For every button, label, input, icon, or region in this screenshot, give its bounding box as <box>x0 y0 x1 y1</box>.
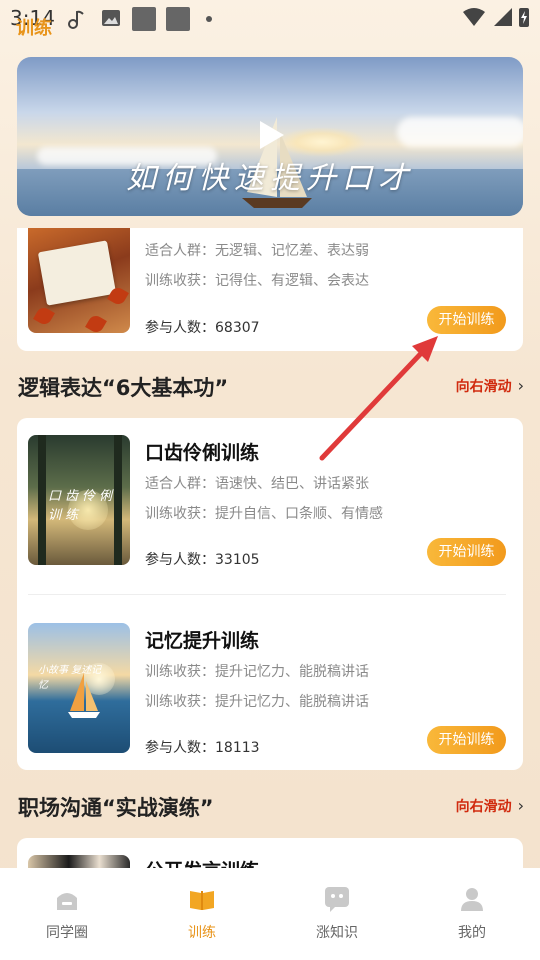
promo-banner[interactable]: 如何快速提升口才 <box>17 57 523 216</box>
start-training-button[interactable]: 开始训练 <box>427 726 506 754</box>
course-benefit: 训练收获：记得住、有逻辑、会表达 <box>145 273 369 289</box>
course-participants: 参与人数：68307 <box>145 320 260 336</box>
thumbnail-caption: 小故事 复述记忆 <box>38 665 102 691</box>
tree-illustration <box>38 435 46 565</box>
chat-icon <box>325 887 349 912</box>
course-audience: 适合人群：无逻辑、记忆差、表达弱 <box>145 243 369 259</box>
profile-icon <box>461 888 483 911</box>
divider <box>28 594 506 595</box>
chevron-right-icon: › <box>517 376 524 395</box>
thumbnail-caption: 口齿伶俐训练 <box>48 489 117 523</box>
course-list-card: 口齿伶俐训练 口齿伶俐训练 适合人群：语速快、结巴、讲话紧张 训练收获：提升自信… <box>17 418 523 770</box>
nav-label: 训练 <box>188 925 216 941</box>
classmates-icon <box>57 893 77 910</box>
swipe-right-label: 向右滑动 <box>455 799 512 815</box>
nav-label: 涨知识 <box>316 925 358 941</box>
course-benefit: 训练收获：提升自信、口条顺、有情感 <box>145 506 383 522</box>
battery-icon <box>518 6 530 32</box>
nav-label: 同学圈 <box>46 925 88 941</box>
leaf-illustration <box>33 305 55 327</box>
more-notifications-icon <box>206 16 212 22</box>
swipe-right-link[interactable]: 向右滑动 › <box>456 376 524 396</box>
swipe-right-label: 向右滑动 <box>455 379 512 395</box>
section-title: 职场沟通“实战演练” <box>18 796 214 820</box>
course-thumbnail: 口齿伶俐训练 <box>28 435 130 565</box>
banner-cloud <box>397 117 523 147</box>
signal-icon <box>492 6 514 32</box>
course-title[interactable]: 口齿伶俐训练 <box>145 438 259 465</box>
nav-item-knowledge[interactable]: 涨知识 <box>287 886 387 942</box>
section-title: 逻辑表达“6大基本功” <box>18 376 229 400</box>
bottom-nav: 同学圈 训练 涨知识 我的 <box>0 868 540 960</box>
play-icon[interactable] <box>260 121 284 149</box>
book-illustration <box>37 240 117 306</box>
notification-square-icon <box>132 7 156 31</box>
chevron-right-icon: › <box>517 796 524 815</box>
nav-label: 我的 <box>458 925 486 941</box>
book-icon <box>190 891 214 910</box>
course-benefit: 训练收获：提升记忆力、能脱稿讲话 <box>145 664 369 680</box>
nav-item-classmates[interactable]: 同学圈 <box>17 886 117 942</box>
course-thumbnail <box>28 228 130 333</box>
course-thumbnail: 小故事 复述记忆 <box>28 623 130 753</box>
banner-title: 如何快速提升口才 <box>126 161 414 196</box>
image-icon <box>100 8 122 30</box>
course-participants: 参与人数：33105 <box>145 552 260 568</box>
course-title[interactable]: 记忆提升训练 <box>145 626 259 653</box>
start-training-button[interactable]: 开始训练 <box>427 538 506 566</box>
page-title: 训练 <box>16 18 52 39</box>
start-training-button[interactable]: 开始训练 <box>427 306 506 334</box>
nav-item-training[interactable]: 训练 <box>152 886 252 942</box>
swipe-right-link[interactable]: 向右滑动 › <box>456 796 524 816</box>
status-bar: 3:14 训练 <box>0 0 540 39</box>
course-participants: 参与人数：18113 <box>145 740 260 756</box>
music-note-icon <box>66 8 88 30</box>
course-card[interactable]: 适合人群：无逻辑、记忆差、表达弱 训练收获：记得住、有逻辑、会表达 参与人数：6… <box>17 228 523 351</box>
nav-item-me[interactable]: 我的 <box>422 886 522 942</box>
course-benefit: 训练收获：提升记忆力、能脱稿讲话 <box>145 694 369 710</box>
leaf-illustration <box>85 313 107 333</box>
course-audience: 适合人群：语速快、结巴、讲话紧张 <box>145 476 369 492</box>
wifi-icon <box>462 6 486 32</box>
notification-square-icon <box>166 7 190 31</box>
